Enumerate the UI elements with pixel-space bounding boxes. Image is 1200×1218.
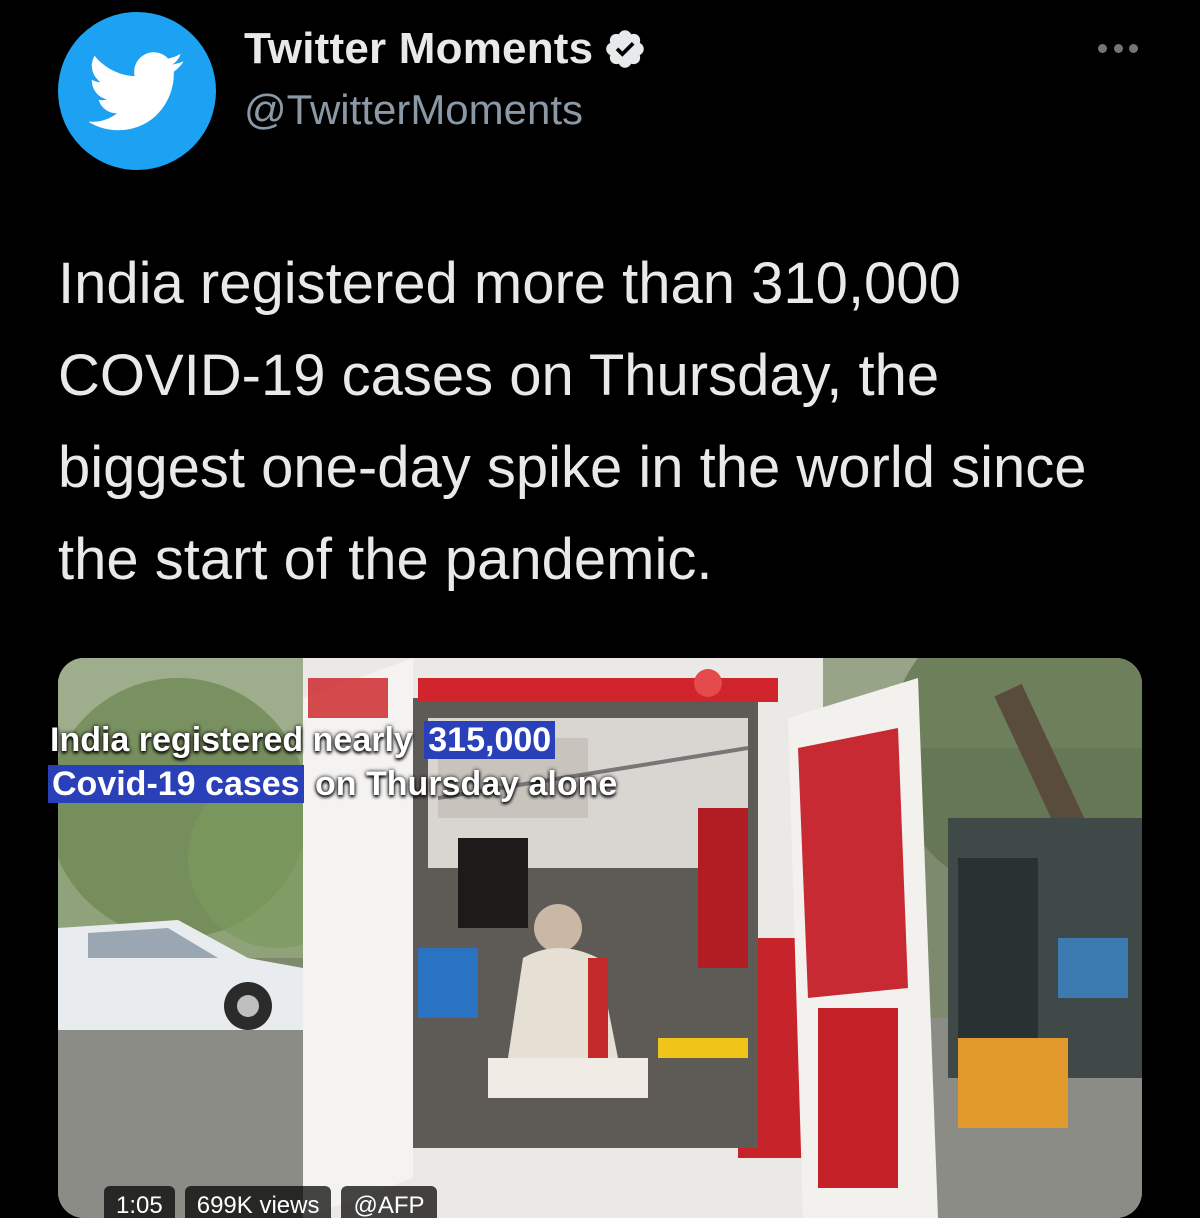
caption-line-2-plain: on Thursday alone: [305, 765, 618, 803]
caption-line-1-highlight: 315,000: [424, 721, 556, 759]
video-source[interactable]: @AFP: [341, 1186, 437, 1218]
more-options-button[interactable]: [1098, 36, 1138, 60]
video-views: 699K views: [184, 1186, 332, 1218]
video-caption: India registered nearly 315,000 Covid-19…: [48, 718, 619, 806]
more-dot: [1113, 43, 1123, 53]
caption-line-2: Covid-19 cases on Thursday alone: [48, 762, 619, 806]
author-avatar[interactable]: [58, 12, 216, 170]
caption-line-1-plain: India registered nearly: [50, 721, 423, 759]
author-display-name[interactable]: Twitter Moments: [244, 24, 593, 74]
tweet[interactable]: Twitter Moments @TwitterMoments India re…: [0, 0, 1200, 1218]
verified-badge-icon: [603, 27, 647, 71]
tweet-text: India registered more than 310,000 COVID…: [58, 251, 1087, 592]
video-meta: 1:05 699K views @AFP: [104, 1186, 437, 1218]
caption-line-1: India registered nearly 315,000: [48, 718, 619, 762]
more-dot: [1129, 43, 1138, 53]
author-name-row[interactable]: Twitter Moments: [244, 24, 647, 74]
video-duration: 1:05: [104, 1186, 175, 1218]
caption-line-2-highlight: Covid-19 cases: [48, 765, 304, 803]
twitter-bird-icon: [89, 52, 184, 131]
more-dot: [1098, 43, 1107, 53]
author-handle[interactable]: @TwitterMoments: [244, 86, 583, 134]
